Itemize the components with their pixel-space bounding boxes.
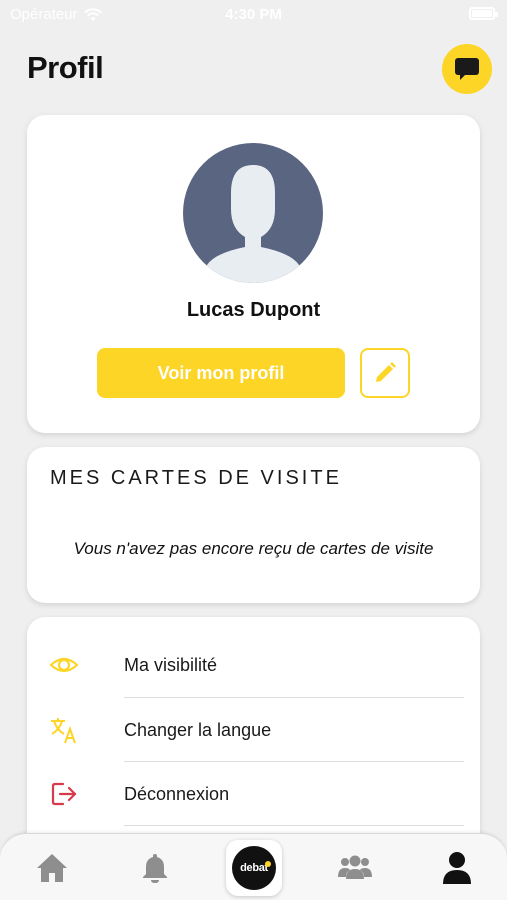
bell-icon	[143, 854, 167, 883]
menu-item-label: Ma visibilité	[124, 655, 218, 675]
chat-button[interactable]	[442, 44, 492, 94]
business-cards-title: MES CARTES DE VISITE	[50, 467, 342, 489]
divider	[124, 825, 464, 826]
chat-bubble-icon	[455, 58, 479, 80]
tab-notifications[interactable]	[135, 848, 175, 888]
menu-item-language[interactable]: Changer la langue	[27, 698, 480, 762]
menu-item-logout[interactable]: Déconnexion	[27, 762, 480, 826]
eye-icon	[49, 657, 79, 673]
menu-item-label: Déconnexion	[124, 784, 230, 804]
logo-dot	[265, 861, 271, 867]
tab-home[interactable]	[32, 848, 72, 888]
tab-bar: debat	[0, 833, 507, 900]
default-avatar-icon	[207, 165, 299, 283]
battery-icon	[469, 7, 498, 20]
status-bar: Opérateur 4:30 PM	[0, 0, 507, 30]
person-icon	[443, 852, 471, 884]
menu-item-visibility[interactable]: Ma visibilité	[27, 633, 480, 697]
logo-text: debat	[240, 862, 268, 874]
logout-icon	[51, 782, 77, 806]
home-icon	[37, 854, 67, 882]
pencil-icon	[376, 362, 396, 382]
menu-item-label: Changer la langue	[124, 720, 272, 740]
user-name: Lucas Dupont	[186, 299, 321, 321]
group-icon	[338, 855, 372, 879]
business-cards-empty-message: Vous n'avez pas encore reçu de cartes de…	[73, 539, 434, 558]
status-time: 4:30 PM	[225, 6, 282, 23]
tab-groups[interactable]	[335, 848, 375, 888]
tab-profile[interactable]	[437, 848, 477, 888]
tab-debate-logo[interactable]: debat	[226, 840, 282, 896]
page-title: Profil	[27, 50, 104, 85]
avatar[interactable]	[183, 143, 323, 283]
translate-icon	[51, 718, 76, 744]
profile-card: Lucas Dupont Voir mon profil	[27, 115, 480, 433]
edit-profile-button[interactable]	[360, 348, 410, 398]
business-cards-card: MES CARTES DE VISITE Vous n'avez pas enc…	[27, 447, 480, 603]
debate-logo: debat	[232, 846, 276, 890]
view-profile-button[interactable]: Voir mon profil	[97, 348, 345, 398]
